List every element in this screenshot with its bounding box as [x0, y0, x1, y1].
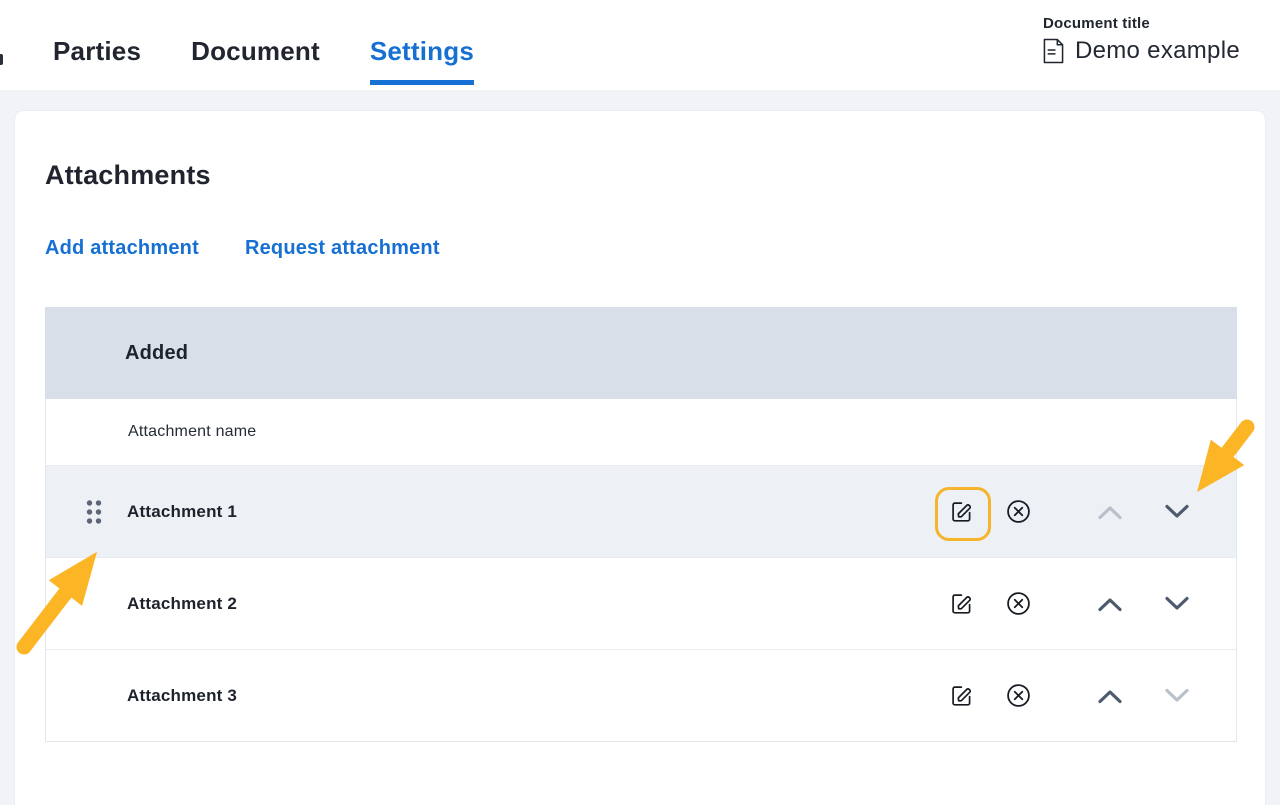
edit-attachment-button[interactable] — [948, 591, 974, 617]
edit-icon — [949, 592, 973, 616]
table-group-header: Added — [45, 307, 1237, 399]
drag-handle[interactable] — [84, 498, 104, 526]
move-up-button[interactable] — [1097, 499, 1123, 525]
attachment-name-column-header: Attachment name — [46, 399, 1236, 465]
move-up-button[interactable] — [1097, 683, 1123, 709]
document-title-value: Demo example — [1075, 37, 1240, 65]
attachment-row-3: Attachment 3 — [46, 649, 1236, 741]
edit-attachment-button[interactable] — [948, 499, 974, 525]
attachment-name: Attachment 3 — [127, 686, 237, 706]
request-attachment-link[interactable]: Request attachment — [245, 237, 440, 260]
remove-attachment-button[interactable] — [1005, 683, 1031, 709]
drag-handle-icon — [84, 498, 104, 526]
add-attachment-link[interactable]: Add attachment — [45, 237, 199, 260]
main-tabs: Parties Document Settings — [53, 36, 474, 85]
top-header: Parties Document Settings Document title… — [0, 0, 1280, 90]
attachment-row-1: Attachment 1 — [46, 465, 1236, 557]
chevron-down-icon — [1164, 596, 1190, 612]
remove-icon — [1006, 499, 1031, 524]
document-title-block: Document title Demo example — [1043, 15, 1240, 65]
remove-attachment-button[interactable] — [1005, 499, 1031, 525]
edit-icon — [949, 500, 973, 524]
edit-attachment-button[interactable] — [948, 683, 974, 709]
chevron-up-icon — [1097, 504, 1123, 520]
attachment-name: Attachment 1 — [127, 502, 237, 522]
chevron-up-icon — [1097, 596, 1123, 612]
attachments-card: Attachments Add attachment Request attac… — [14, 110, 1266, 805]
tab-document[interactable]: Document — [191, 36, 320, 85]
move-up-button[interactable] — [1097, 591, 1123, 617]
clipped-edge-glyph — [0, 54, 3, 65]
chevron-down-icon — [1164, 688, 1190, 704]
remove-attachment-button[interactable] — [1005, 591, 1031, 617]
attachment-row-2: Attachment 2 — [46, 557, 1236, 649]
document-title-label: Document title — [1043, 15, 1240, 32]
tab-settings[interactable]: Settings — [370, 36, 474, 85]
move-down-button[interactable] — [1164, 591, 1190, 617]
tab-parties[interactable]: Parties — [53, 36, 141, 85]
chevron-up-icon — [1097, 688, 1123, 704]
edit-icon — [949, 684, 973, 708]
attachments-heading: Attachments — [45, 160, 1235, 191]
document-icon — [1043, 38, 1064, 64]
remove-icon — [1006, 683, 1031, 708]
chevron-down-icon — [1164, 504, 1190, 520]
attachments-table: Added Attachment name Attachment 1 — [45, 307, 1237, 742]
attachment-actions: Add attachment Request attachment — [45, 237, 1235, 260]
attachments-table-body: Attachment name Attachment 1 — [45, 399, 1237, 742]
move-down-button[interactable] — [1164, 499, 1190, 525]
attachment-name: Attachment 2 — [127, 594, 237, 614]
move-down-button[interactable] — [1164, 683, 1190, 709]
remove-icon — [1006, 591, 1031, 616]
